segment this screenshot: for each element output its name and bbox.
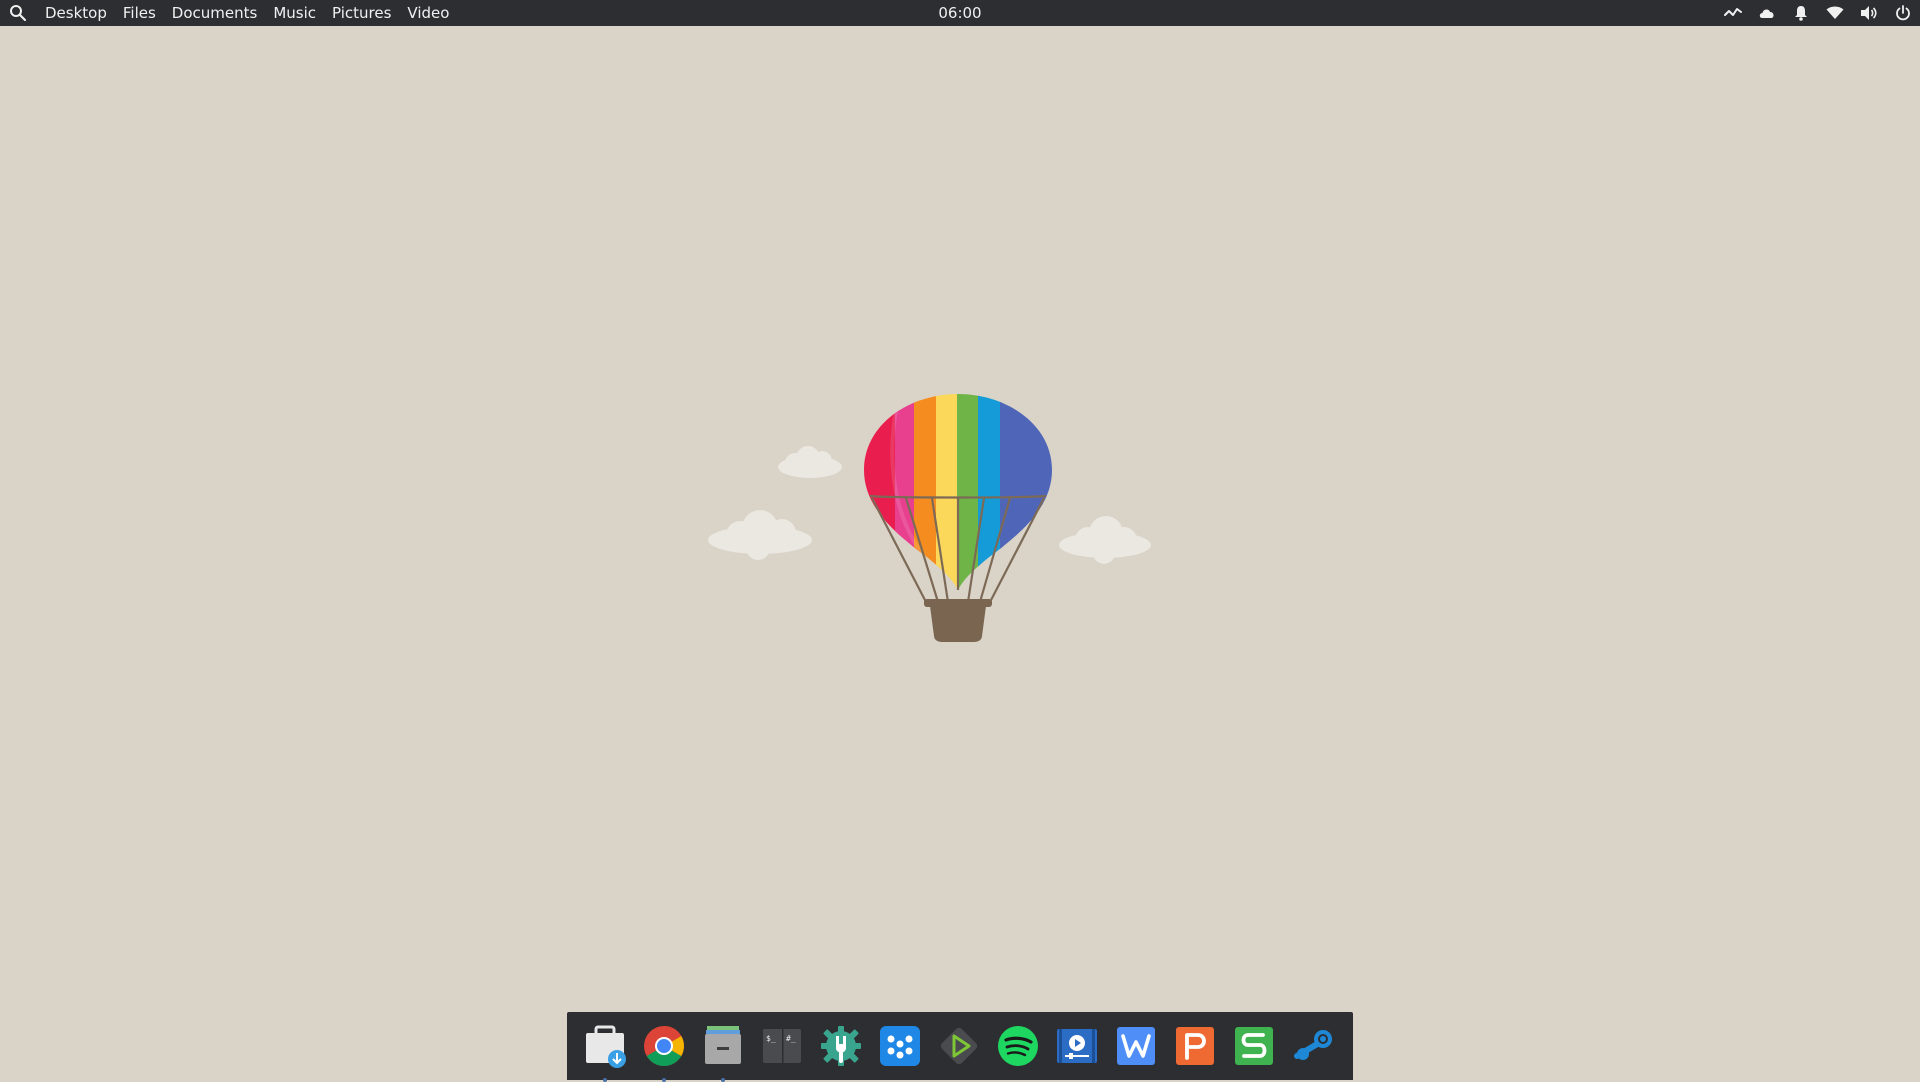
volume-icon[interactable] bbox=[1858, 2, 1880, 24]
svg-text:#_: #_ bbox=[786, 1034, 796, 1043]
network-activity-icon[interactable] bbox=[1722, 2, 1744, 24]
play-diamond-icon bbox=[940, 1027, 978, 1065]
terminal-icon: $_ #_ bbox=[763, 1029, 801, 1063]
dock-app-spotify[interactable] bbox=[994, 1022, 1042, 1070]
running-indicator bbox=[721, 1078, 725, 1082]
system-tray bbox=[1722, 0, 1914, 26]
video-editor-icon bbox=[1057, 1029, 1097, 1063]
notification-bell-icon[interactable] bbox=[1790, 2, 1812, 24]
dock-app-video-editor[interactable] bbox=[1053, 1022, 1101, 1070]
dock-app-launcher[interactable] bbox=[876, 1022, 924, 1070]
wallpaper-balloon-illustration bbox=[700, 390, 1160, 650]
dock-app-system-settings[interactable] bbox=[817, 1022, 865, 1070]
wifi-icon[interactable] bbox=[1824, 2, 1846, 24]
clock[interactable]: 06:00 bbox=[0, 0, 1920, 26]
dock-app-media-player[interactable] bbox=[935, 1022, 983, 1070]
settings-gear-icon bbox=[821, 1026, 861, 1066]
spotify-icon bbox=[998, 1026, 1038, 1066]
dock: $_ #_ bbox=[567, 1012, 1353, 1082]
wps-presentation-icon bbox=[1176, 1027, 1214, 1065]
wps-spreadsheet-icon bbox=[1235, 1027, 1273, 1065]
steam-icon bbox=[1294, 1030, 1332, 1060]
dock-app-file-manager[interactable] bbox=[699, 1022, 747, 1082]
launcher-icon bbox=[880, 1026, 920, 1066]
dock-app-terminal[interactable]: $_ #_ bbox=[758, 1022, 806, 1070]
file-manager-icon bbox=[705, 1026, 741, 1064]
top-panel: Desktop Files Documents Music Pictures V… bbox=[0, 0, 1920, 26]
cloud-icon[interactable] bbox=[1756, 2, 1778, 24]
dock-app-software-center[interactable] bbox=[581, 1022, 629, 1082]
dock-app-wps-spreadsheet[interactable] bbox=[1230, 1022, 1278, 1070]
running-indicator bbox=[662, 1078, 666, 1082]
running-indicator bbox=[603, 1078, 607, 1082]
power-icon[interactable] bbox=[1892, 2, 1914, 24]
svg-text:$_: $_ bbox=[766, 1034, 776, 1043]
dock-app-wps-presentation[interactable] bbox=[1171, 1022, 1219, 1070]
dock-app-steam[interactable] bbox=[1289, 1022, 1337, 1070]
chrome-icon bbox=[644, 1026, 684, 1066]
dock-app-chrome[interactable] bbox=[640, 1022, 688, 1082]
wps-writer-icon bbox=[1117, 1027, 1155, 1065]
dock-app-wps-writer[interactable] bbox=[1112, 1022, 1160, 1070]
software-center-icon bbox=[586, 1025, 626, 1068]
